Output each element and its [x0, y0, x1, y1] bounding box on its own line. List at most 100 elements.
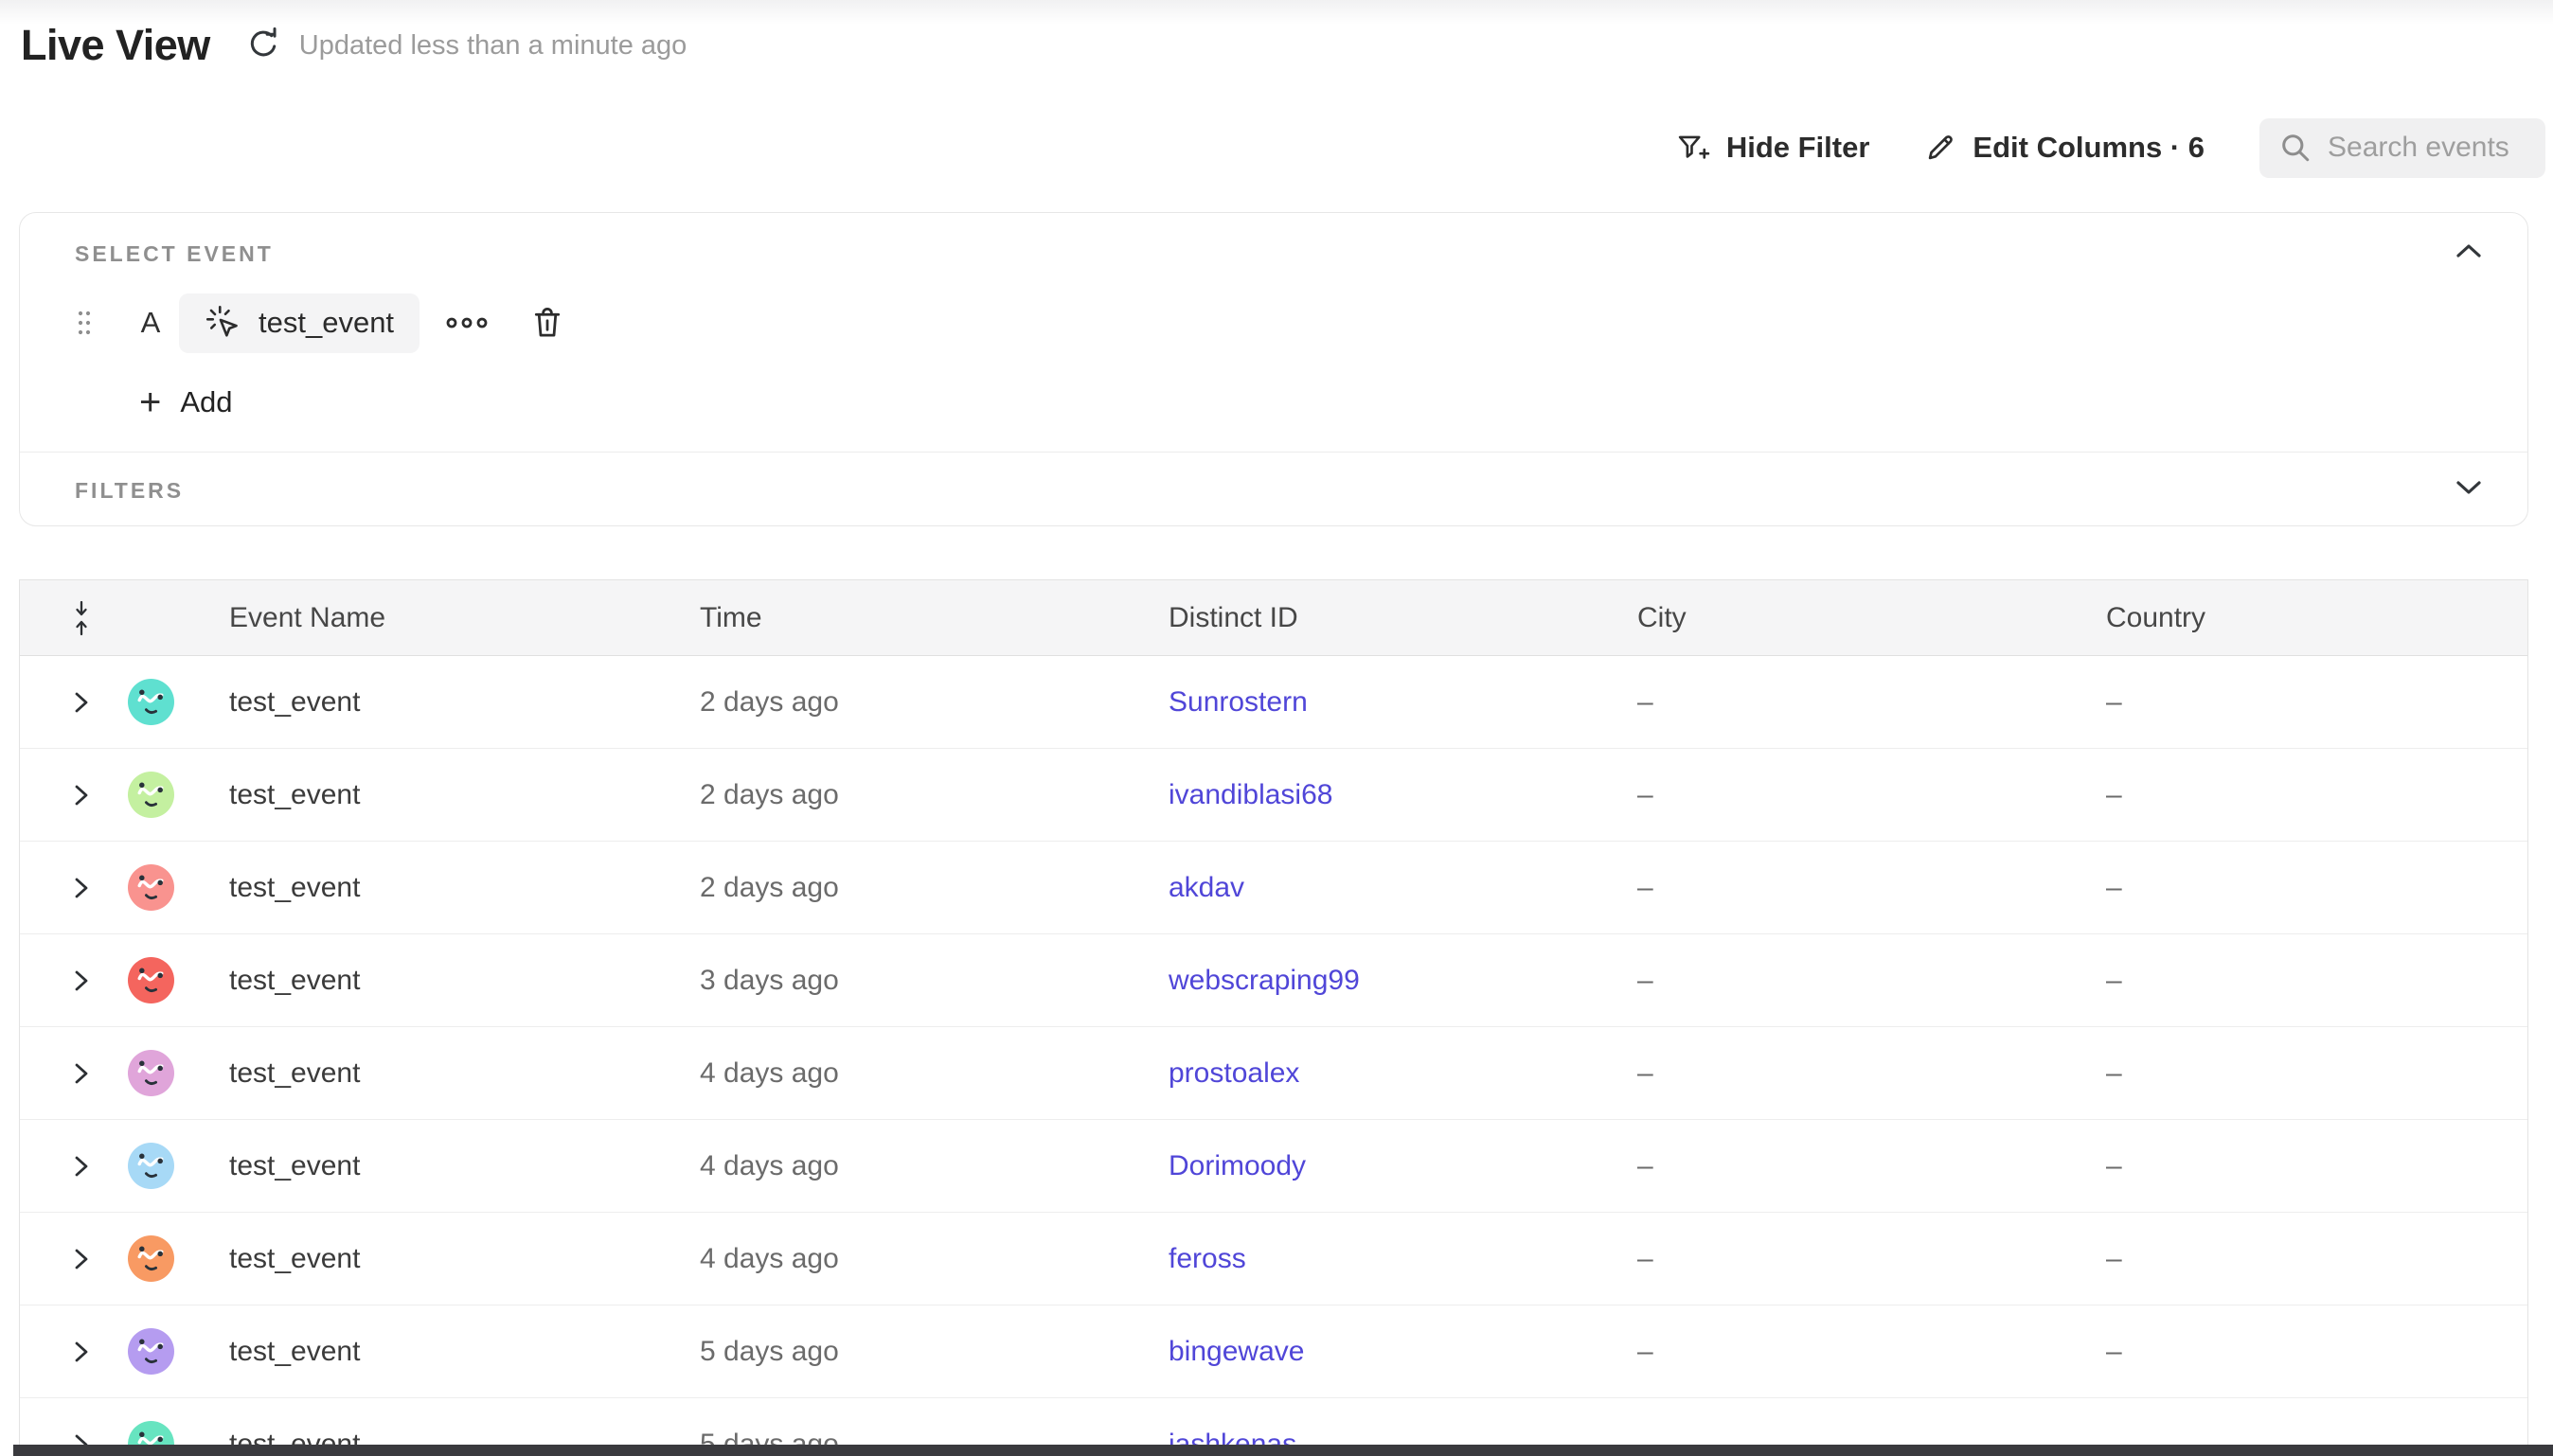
event-name-cell: test_event [229, 1243, 700, 1275]
time-cell: 4 days ago [700, 1243, 1169, 1275]
edit-columns-button[interactable]: Edit Columns · 6 [1924, 131, 2205, 165]
chevron-right-icon [73, 1154, 90, 1179]
table-row: test_event 4 days ago prostoalex – – [20, 1027, 2527, 1120]
event-name-cell: test_event [229, 686, 700, 719]
table-row: test_event 2 days ago Sunrostern – – [20, 656, 2527, 749]
column-header-time: Time [700, 602, 1169, 634]
event-name-cell: test_event [229, 779, 700, 811]
table-body: test_event 2 days ago Sunrostern – – [20, 656, 2527, 1456]
time-cell: 3 days ago [700, 965, 1169, 997]
table-row: test_event 5 days ago bingewave – – [20, 1305, 2527, 1398]
chevron-right-icon [73, 1247, 90, 1271]
hide-filter-button[interactable]: Hide Filter [1676, 131, 1870, 165]
card-divider [20, 452, 2527, 453]
event-name-cell: test_event [229, 1150, 700, 1182]
distinct-id-link[interactable]: akdav [1169, 872, 1244, 903]
chevron-up-icon [2455, 242, 2483, 259]
column-header-city: City [1637, 602, 2106, 634]
event-row: A test_event [75, 293, 564, 353]
collapse-vertical-icon [69, 599, 94, 637]
filters-expand-button[interactable] [2448, 471, 2490, 505]
country-cell: – [2106, 1057, 2527, 1090]
country-cell: – [2106, 686, 2527, 719]
country-cell: – [2106, 1336, 2527, 1368]
time-cell: 2 days ago [700, 779, 1169, 811]
city-cell: – [1637, 965, 2106, 997]
user-avatar [128, 1143, 174, 1189]
chevron-down-icon [2455, 479, 2483, 496]
table-row: test_event 2 days ago akdav – – [20, 842, 2527, 934]
country-cell: – [2106, 872, 2527, 904]
add-event-label: Add [180, 385, 232, 419]
delete-event-button[interactable] [530, 305, 564, 341]
country-cell: – [2106, 965, 2527, 997]
distinct-id-link[interactable]: feross [1169, 1243, 1246, 1274]
user-avatar [128, 1328, 174, 1375]
expand-row-button[interactable] [73, 1247, 90, 1271]
event-select-button[interactable]: test_event [179, 293, 420, 353]
distinct-id-link[interactable]: bingewave [1169, 1336, 1304, 1367]
expand-row-button[interactable] [73, 1340, 90, 1364]
user-avatar [128, 957, 174, 1003]
column-header-distinct-id: Distinct ID [1169, 602, 1637, 634]
user-avatar [128, 679, 174, 725]
toolbar: Hide Filter Edit Columns · 6 [1676, 117, 2545, 178]
chevron-right-icon [73, 968, 90, 993]
city-cell: – [1637, 1150, 2106, 1182]
chevron-right-icon [73, 783, 90, 808]
pencil-icon [1924, 132, 1956, 164]
expand-row-button[interactable] [73, 1154, 90, 1179]
country-cell: – [2106, 779, 2527, 811]
ellipsis-icon [445, 315, 491, 330]
trash-icon [530, 305, 564, 341]
column-header-country: Country [2106, 602, 2527, 634]
query-builder-card: SELECT EVENT A [19, 212, 2528, 526]
time-cell: 2 days ago [700, 686, 1169, 719]
search-input[interactable] [2328, 132, 2526, 164]
edit-columns-label: Edit Columns · 6 [1973, 131, 2205, 165]
event-options-button[interactable] [445, 315, 491, 330]
event-series-letter: A [139, 306, 162, 340]
city-cell: – [1637, 872, 2106, 904]
time-cell: 4 days ago [700, 1150, 1169, 1182]
country-cell: – [2106, 1243, 2527, 1275]
hide-filter-label: Hide Filter [1726, 131, 1870, 165]
time-cell: 5 days ago [700, 1336, 1169, 1368]
live-view-page: Live View Updated less than a minute ago… [0, 0, 2553, 1456]
add-event-button[interactable]: + Add [139, 380, 233, 425]
distinct-id-link[interactable]: Sunrostern [1169, 686, 1308, 718]
distinct-id-link[interactable]: Dorimoody [1169, 1150, 1306, 1181]
horizontal-scrollbar[interactable] [13, 1445, 2553, 1456]
city-cell: – [1637, 779, 2106, 811]
filters-section-label: FILTERS [75, 478, 184, 504]
search-icon [2278, 131, 2312, 165]
refresh-button[interactable] [242, 25, 284, 66]
expand-row-button[interactable] [73, 690, 90, 715]
user-avatar [128, 1050, 174, 1096]
expand-row-button[interactable] [73, 783, 90, 808]
expand-row-button[interactable] [73, 1061, 90, 1086]
distinct-id-link[interactable]: ivandiblasi68 [1169, 779, 1332, 810]
column-header-event-name: Event Name [229, 602, 700, 634]
updated-status-text: Updated less than a minute ago [299, 30, 687, 62]
user-avatar [128, 1235, 174, 1282]
collapse-all-rows-button[interactable] [69, 599, 94, 637]
event-name-cell: test_event [229, 1057, 700, 1090]
expand-row-button[interactable] [73, 968, 90, 993]
events-table: Event Name Time Distinct ID City Country [19, 579, 2528, 1456]
distinct-id-link[interactable]: prostoalex [1169, 1057, 1299, 1089]
expand-row-button[interactable] [73, 876, 90, 900]
event-name-cell: test_event [229, 1336, 700, 1368]
time-cell: 4 days ago [700, 1057, 1169, 1090]
select-event-collapse-button[interactable] [2448, 234, 2490, 268]
event-name-cell: test_event [229, 965, 700, 997]
page-header: Live View Updated less than a minute ago [21, 21, 687, 70]
chevron-right-icon [73, 1340, 90, 1364]
chevron-right-icon [73, 690, 90, 715]
table-row: test_event 3 days ago webscraping99 – – [20, 934, 2527, 1027]
drag-handle[interactable] [75, 309, 94, 337]
city-cell: – [1637, 686, 2106, 719]
city-cell: – [1637, 1057, 2106, 1090]
chevron-right-icon [73, 876, 90, 900]
distinct-id-link[interactable]: webscraping99 [1169, 965, 1360, 996]
